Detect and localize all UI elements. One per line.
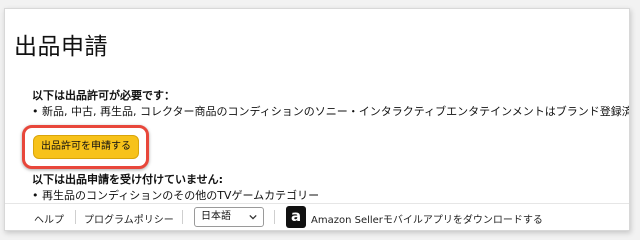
approval-required-item: • 新品, 中古, 再生品, コレクター商品のコンディションのソニー・インタラク… — [32, 105, 630, 118]
help-link[interactable]: ヘルプ — [34, 211, 64, 226]
program-policy-link[interactable]: プログラムポリシー — [84, 211, 174, 226]
approval-request-card: 出品申請 以下は出品許可が必要です： • 新品, 中古, 再生品, コレクター商… — [4, 8, 630, 231]
language-select[interactable]: 日本語 — [194, 207, 264, 227]
approval-required-heading: 以下は出品許可が必要です： — [32, 89, 175, 102]
footer-separator — [75, 210, 76, 224]
language-select-value: 日本語 — [201, 211, 231, 222]
not-accepting-heading: 以下は出品申請を受け付けていません: — [32, 173, 224, 186]
app-download-link[interactable]: Amazon Sellerモバイルアプリをダウンロードする — [311, 211, 543, 226]
apply-for-approval-button[interactable]: 出品許可を申請する — [33, 135, 139, 159]
not-accepting-item: • 再生品のコンディションのその他のTVゲームカテゴリー — [32, 189, 320, 202]
footer-divider — [5, 203, 629, 204]
chevron-down-icon — [249, 214, 257, 220]
footer-separator — [182, 210, 183, 224]
page-title: 出品申請 — [14, 34, 108, 60]
amazon-app-icon[interactable]: a — [286, 206, 306, 228]
footer-separator — [274, 210, 275, 224]
